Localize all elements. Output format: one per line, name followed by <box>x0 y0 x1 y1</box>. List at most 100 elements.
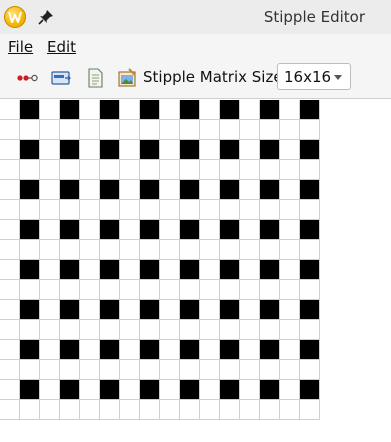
stipple-cell-off[interactable] <box>240 380 260 400</box>
stipple-cell-off[interactable] <box>120 260 140 280</box>
stipple-cell-off[interactable] <box>0 220 20 240</box>
stipple-cell-off[interactable] <box>120 140 140 160</box>
stipple-cell-off[interactable] <box>200 120 220 140</box>
stipple-cell-off[interactable] <box>280 260 300 280</box>
stipple-cell-off[interactable] <box>220 160 240 180</box>
stipple-cell-off[interactable] <box>240 140 260 160</box>
stipple-cell-off[interactable] <box>300 120 320 140</box>
stipple-cell-on[interactable] <box>300 260 320 280</box>
stipple-cell-off[interactable] <box>0 380 20 400</box>
stipple-cell-off[interactable] <box>0 360 20 380</box>
stipple-cell-off[interactable] <box>280 200 300 220</box>
stipple-cell-off[interactable] <box>200 200 220 220</box>
stipple-cell-on[interactable] <box>220 100 240 120</box>
stipple-cell-off[interactable] <box>240 260 260 280</box>
stipple-cell-off[interactable] <box>280 240 300 260</box>
stipple-cell-off[interactable] <box>60 160 80 180</box>
stipple-cell-on[interactable] <box>60 300 80 320</box>
stipple-cell-off[interactable] <box>120 320 140 340</box>
stipple-cell-off[interactable] <box>0 320 20 340</box>
stipple-cell-off[interactable] <box>280 180 300 200</box>
stipple-cell-on[interactable] <box>20 340 40 360</box>
stipple-cell-off[interactable] <box>200 320 220 340</box>
stipple-cell-off[interactable] <box>60 400 80 420</box>
stipple-cell-off[interactable] <box>80 220 100 240</box>
stipple-cell-off[interactable] <box>200 380 220 400</box>
stipple-cell-off[interactable] <box>0 240 20 260</box>
stipple-cell-on[interactable] <box>100 260 120 280</box>
stipple-cell-off[interactable] <box>260 200 280 220</box>
stipple-cell-off[interactable] <box>220 120 240 140</box>
stipple-cell-on[interactable] <box>140 140 160 160</box>
stipple-cell-on[interactable] <box>260 100 280 120</box>
stipple-cell-off[interactable] <box>100 280 120 300</box>
stipple-cell-off[interactable] <box>100 120 120 140</box>
stipple-cell-off[interactable] <box>60 280 80 300</box>
stipple-cell-on[interactable] <box>20 380 40 400</box>
stipple-cell-on[interactable] <box>140 180 160 200</box>
stipple-cell-off[interactable] <box>100 200 120 220</box>
stipple-cell-on[interactable] <box>60 220 80 240</box>
stipple-cell-off[interactable] <box>140 120 160 140</box>
stipple-cell-on[interactable] <box>300 340 320 360</box>
stipple-cell-off[interactable] <box>40 200 60 220</box>
stipple-cell-off[interactable] <box>280 400 300 420</box>
stipple-cell-off[interactable] <box>40 240 60 260</box>
stipple-cell-off[interactable] <box>120 300 140 320</box>
stipple-cell-off[interactable] <box>40 300 60 320</box>
stipple-cell-off[interactable] <box>0 120 20 140</box>
stipple-cell-off[interactable] <box>120 240 140 260</box>
stipple-cell-off[interactable] <box>40 160 60 180</box>
stipple-cell-on[interactable] <box>260 380 280 400</box>
stipple-cell-off[interactable] <box>240 280 260 300</box>
stipple-cell-off[interactable] <box>100 320 120 340</box>
stipple-cell-off[interactable] <box>160 200 180 220</box>
stipple-cell-off[interactable] <box>160 280 180 300</box>
stipple-cell-off[interactable] <box>0 400 20 420</box>
stipple-cell-off[interactable] <box>280 160 300 180</box>
stipple-cell-off[interactable] <box>20 200 40 220</box>
stipple-cell-off[interactable] <box>160 180 180 200</box>
stipple-cell-on[interactable] <box>220 380 240 400</box>
stipple-cell-off[interactable] <box>220 200 240 220</box>
stipple-cell-on[interactable] <box>180 340 200 360</box>
stipple-cell-off[interactable] <box>40 120 60 140</box>
stipple-cell-off[interactable] <box>160 140 180 160</box>
stipple-cell-off[interactable] <box>40 100 60 120</box>
stipple-cell-off[interactable] <box>120 340 140 360</box>
stipple-cell-off[interactable] <box>140 240 160 260</box>
stipple-cell-off[interactable] <box>260 280 280 300</box>
stipple-cell-on[interactable] <box>100 380 120 400</box>
stipple-cell-off[interactable] <box>180 240 200 260</box>
stipple-cell-off[interactable] <box>100 160 120 180</box>
stipple-cell-on[interactable] <box>180 260 200 280</box>
stipple-cell-off[interactable] <box>60 320 80 340</box>
stipple-cell-off[interactable] <box>40 220 60 240</box>
stipple-cell-off[interactable] <box>140 400 160 420</box>
stipple-cell-off[interactable] <box>0 160 20 180</box>
stipple-cell-on[interactable] <box>60 380 80 400</box>
stipple-cell-off[interactable] <box>280 280 300 300</box>
stipple-cell-off[interactable] <box>280 300 300 320</box>
stipple-cell-on[interactable] <box>220 180 240 200</box>
stipple-cell-off[interactable] <box>60 200 80 220</box>
stipple-cell-off[interactable] <box>180 360 200 380</box>
stipple-cell-off[interactable] <box>220 240 240 260</box>
stipple-cell-off[interactable] <box>20 320 40 340</box>
stipple-cell-off[interactable] <box>200 280 220 300</box>
stipple-cell-on[interactable] <box>140 220 160 240</box>
stipple-cell-on[interactable] <box>60 100 80 120</box>
stipple-cell-off[interactable] <box>20 360 40 380</box>
stipple-cell-on[interactable] <box>260 340 280 360</box>
stipple-cell-off[interactable] <box>280 100 300 120</box>
stipple-cell-off[interactable] <box>280 140 300 160</box>
stipple-cell-off[interactable] <box>0 260 20 280</box>
stipple-cell-on[interactable] <box>60 340 80 360</box>
stipple-cell-on[interactable] <box>100 340 120 360</box>
stipple-cell-off[interactable] <box>300 320 320 340</box>
stipple-cell-off[interactable] <box>300 280 320 300</box>
stipple-cell-off[interactable] <box>20 240 40 260</box>
stipple-cell-off[interactable] <box>220 320 240 340</box>
stipple-cell-on[interactable] <box>100 300 120 320</box>
stipple-cell-off[interactable] <box>240 400 260 420</box>
